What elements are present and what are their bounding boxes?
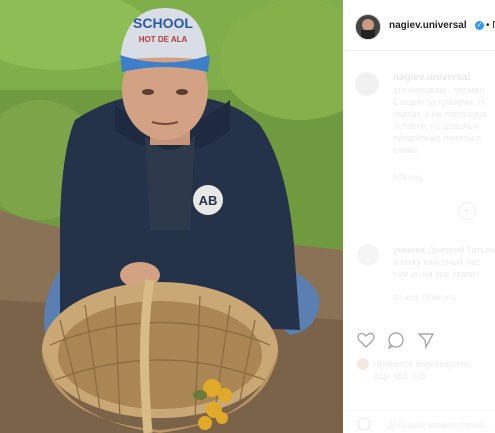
caption-time: 109 нед.	[393, 173, 425, 182]
post-side-panel: nagiev.universal ✓ • П nagiev.universal …	[343, 0, 495, 433]
caption-line: продолжаю лечиться	[393, 133, 482, 143]
comment-username[interactable]: умника	[393, 245, 425, 255]
load-more-icon[interactable]: +	[458, 202, 476, 220]
caption-line: хватит, а не пососкура	[393, 109, 487, 119]
add-comment-input[interactable]: Добавьте комментарий...	[387, 419, 491, 431]
comment-line: а вижу классный лес	[393, 257, 481, 267]
photo-illustration: AB SCHOOL HOT DE ALA	[0, 0, 343, 433]
caption-avatar[interactable]	[355, 72, 379, 96]
footer-divider	[343, 410, 495, 411]
comment-avatar[interactable]	[357, 244, 379, 266]
vest-logo: AB	[199, 193, 218, 208]
caption-username[interactable]: nagiev.universal	[393, 72, 471, 83]
comment-meta: 90 нед. Ответить	[393, 293, 457, 302]
liker-avatar[interactable]	[357, 358, 369, 370]
caption-line: схеме.	[393, 145, 421, 155]
header-username[interactable]: nagiev.universal	[389, 20, 467, 31]
caption-line: Сходил за грибами. Н	[393, 97, 485, 107]
cap-text-top: SCHOOL	[133, 15, 193, 31]
comment-line: умника Дмитрий Татьяна про	[393, 245, 495, 255]
avatar-icon	[356, 15, 380, 39]
comment-line: там их на все хватит	[393, 269, 480, 279]
follow-link[interactable]: • П	[486, 20, 495, 31]
header-avatar[interactable]	[355, 14, 381, 40]
comment-icon[interactable]	[387, 331, 405, 349]
caption-line: Устаёте, но довольн	[393, 121, 478, 131]
post-header: nagiev.universal ✓ • П	[343, 0, 495, 51]
liked-by-text[interactable]: Нравится angelikayzmo	[373, 358, 470, 370]
likes-count[interactable]: еще 481 308	[373, 370, 425, 382]
cap-text-bottom: HOT DE ALA	[139, 35, 188, 44]
emoji-icon[interactable]	[357, 417, 371, 431]
share-icon[interactable]	[417, 331, 435, 349]
post-photo[interactable]: AB SCHOOL HOT DE ALA	[0, 0, 343, 433]
verified-icon: ✓	[475, 21, 484, 30]
heart-icon[interactable]	[357, 331, 375, 349]
caption-line: это называю - термал	[393, 85, 485, 95]
